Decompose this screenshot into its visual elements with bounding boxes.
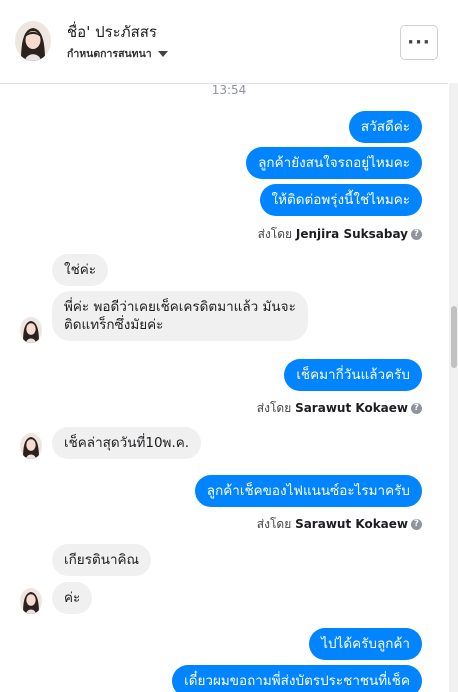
contact-name[interactable]: ชื่อ' ประภัสสร (67, 20, 157, 44)
incoming-message[interactable]: ใช่ค่ะ (52, 254, 109, 286)
sent-by-label: ส่งโดย Jenjira Suksabay? (258, 225, 422, 244)
more-icon: ··· (407, 31, 431, 53)
sender-name: Jenjira Suksabay (295, 227, 408, 241)
sent-by-prefix: ส่งโดย (257, 227, 293, 241)
info-icon[interactable]: ? (411, 229, 422, 240)
message-thread[interactable]: 13:54 สวัสดีค่ะ ลูกค้ายังสนใจรถอยู่ไหมคะ… (0, 83, 449, 692)
incoming-message[interactable]: พี่ค่ะ พอดีว่าเคยเช็คเครดิตมาแล้ว มันจะ … (52, 291, 308, 341)
conversation-management-label: กำหนดการสนทนา (67, 48, 152, 60)
outgoing-message[interactable]: เช็คมากี่วันแล้วครับ (284, 359, 422, 391)
caret-down-icon (157, 51, 168, 57)
chat-header: ชื่อ' ประภัสสร กำหนดการสนทนา ··· (0, 0, 448, 84)
outgoing-message[interactable]: ให้ติดต่อพรุ่งนี้ใช่ไหมคะ (259, 184, 422, 216)
sent-by-prefix: ส่งโดย (256, 401, 292, 415)
outgoing-message[interactable]: เดี๋ยวผมขอถามพี่ส่งบัตรประชาชนที่เช็ค (172, 665, 422, 692)
contact-avatar-small[interactable] (20, 317, 42, 343)
contact-avatar-small[interactable] (20, 433, 42, 459)
outgoing-message[interactable]: สวัสดีค่ะ (348, 111, 422, 143)
contact-avatar-small[interactable] (20, 588, 42, 614)
incoming-message[interactable]: ค่ะ (52, 582, 93, 614)
sender-name: Sarawut Kokaew (295, 517, 408, 531)
incoming-message[interactable]: เกียรตินาคิณ (52, 544, 152, 576)
scrollbar-thumb[interactable] (451, 306, 457, 368)
info-icon[interactable]: ? (411, 403, 422, 414)
info-icon[interactable]: ? (411, 519, 422, 530)
outgoing-message[interactable]: ลูกค้ายังสนใจรถอยู่ไหมคะ (246, 147, 422, 179)
contact-avatar[interactable] (15, 21, 51, 61)
sent-by-label: ส่งโดย Sarawut Kokaew? (257, 515, 422, 534)
scrollbar[interactable] (449, 83, 458, 692)
sent-by-prefix: ส่งโดย (256, 517, 292, 531)
message-timestamp: 13:54 (211, 83, 247, 97)
conversation-management-dropdown[interactable]: กำหนดการสนทนา (67, 45, 168, 62)
sender-name: Sarawut Kokaew (295, 401, 408, 415)
more-options-button[interactable]: ··· (400, 25, 438, 60)
incoming-message[interactable]: เช็คล่าสุดวันที่10พ.ค. (52, 427, 202, 459)
outgoing-message[interactable]: ลูกค้าเช็คของไฟแนนซ์อะไรมาครับ (194, 475, 422, 507)
sent-by-label: ส่งโดย Sarawut Kokaew? (257, 399, 422, 418)
outgoing-message[interactable]: ไปได้ครับลูกค้า (309, 628, 422, 660)
message-line: ติดแทร็กซึ่งมัยค่ะ (64, 317, 164, 333)
message-line: พี่ค่ะ พอดีว่าเคยเช็คเครดิตมาแล้ว มันจะ (64, 299, 296, 315)
